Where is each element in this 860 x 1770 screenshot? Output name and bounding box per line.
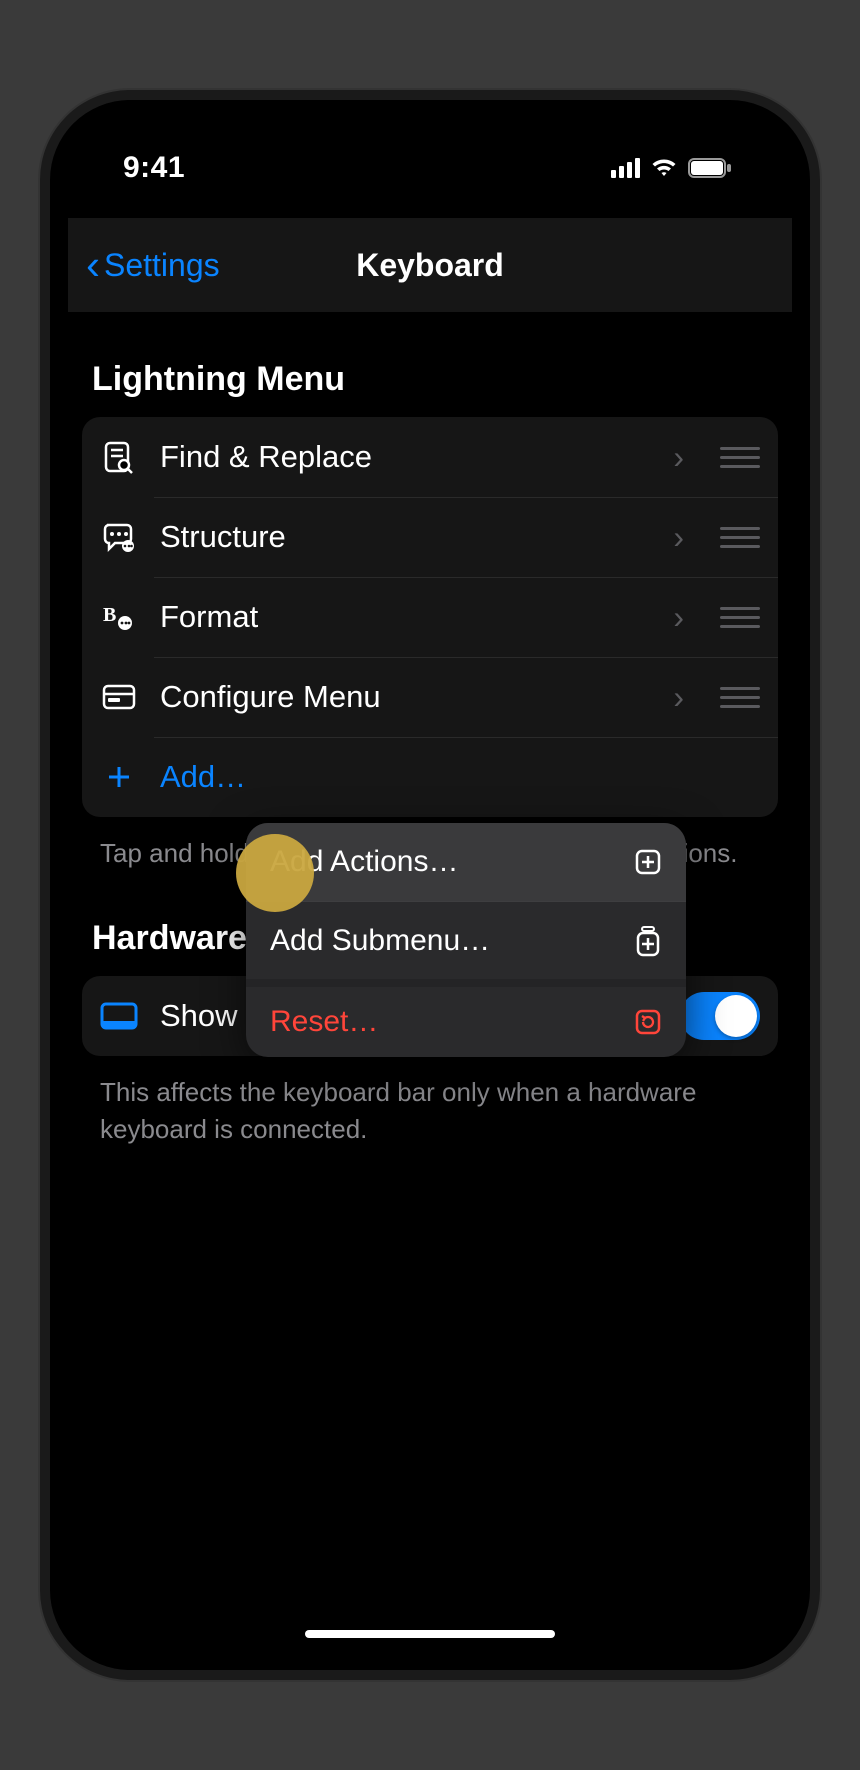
hardware-keyboard-footer: This affects the keyboard bar only when …	[82, 1056, 778, 1147]
popover-item-label: Add Submenu…	[270, 924, 490, 958]
lightning-menu-group: Find & Replace › Structure › B	[82, 417, 778, 817]
drag-handle-icon[interactable]	[720, 607, 760, 628]
configure-menu-icon	[100, 684, 138, 710]
svg-text:B: B	[103, 604, 116, 626]
add-popover: Add Actions… Add Submenu… Reset…	[246, 823, 686, 1057]
status-bar: 9:41	[68, 118, 792, 218]
phone-frame: 9:41 ‹ Settings Keyboard Lightning Menu	[50, 100, 810, 1670]
touch-indicator	[236, 834, 314, 912]
screen: 9:41 ‹ Settings Keyboard Lightning Menu	[68, 118, 792, 1652]
popover-item-label: Reset…	[270, 1005, 378, 1039]
row-label: Add…	[160, 759, 760, 795]
submenu-icon	[634, 925, 662, 957]
back-button-label: Settings	[104, 247, 220, 284]
structure-icon	[100, 521, 138, 553]
format-icon: B	[100, 601, 138, 633]
row-configure-menu[interactable]: Configure Menu ›	[82, 657, 778, 737]
status-icons	[611, 157, 732, 179]
lightning-menu-header: Lightning Menu	[82, 312, 778, 417]
navigation-bar: ‹ Settings Keyboard	[68, 218, 792, 312]
cellular-signal-icon	[611, 158, 640, 178]
plus-icon	[100, 763, 138, 791]
row-label: Find & Replace	[160, 439, 651, 475]
reset-icon	[634, 1008, 662, 1036]
row-find-replace[interactable]: Find & Replace ›	[82, 417, 778, 497]
popover-add-submenu[interactable]: Add Submenu…	[246, 901, 686, 979]
drag-handle-icon[interactable]	[720, 447, 760, 468]
show-keyboard-bar-toggle[interactable]	[680, 992, 760, 1040]
row-label: Configure Menu	[160, 679, 651, 715]
keyboard-icon	[100, 1002, 138, 1030]
status-time: 9:41	[123, 151, 185, 185]
plus-square-icon	[634, 848, 662, 876]
row-structure[interactable]: Structure ›	[82, 497, 778, 577]
row-label: Structure	[160, 519, 651, 555]
chevron-right-icon: ›	[673, 679, 684, 716]
wifi-icon	[650, 157, 678, 179]
chevron-left-icon: ‹	[86, 244, 100, 286]
drag-handle-icon[interactable]	[720, 527, 760, 548]
back-button[interactable]: ‹ Settings	[78, 244, 220, 286]
drag-handle-icon[interactable]	[720, 687, 760, 708]
battery-icon	[688, 157, 732, 179]
row-label: Format	[160, 599, 651, 635]
chevron-right-icon: ›	[673, 519, 684, 556]
find-replace-icon	[100, 440, 138, 474]
chevron-right-icon: ›	[673, 439, 684, 476]
row-add[interactable]: Add…	[82, 737, 778, 817]
home-indicator[interactable]	[305, 1630, 555, 1638]
row-format[interactable]: B Format ›	[82, 577, 778, 657]
chevron-right-icon: ›	[673, 599, 684, 636]
popover-reset[interactable]: Reset…	[246, 979, 686, 1057]
